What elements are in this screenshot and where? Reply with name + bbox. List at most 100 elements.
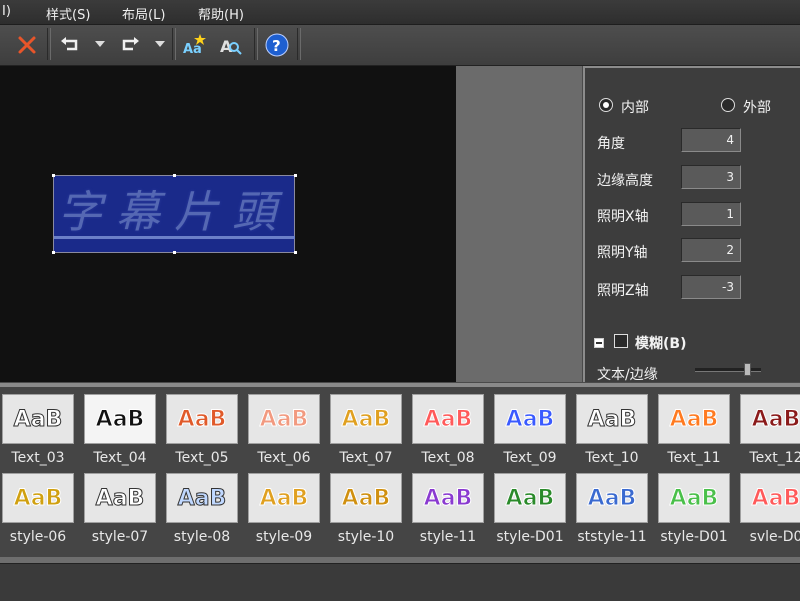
style-sample-text: AaB — [13, 406, 63, 432]
light-z-label: 照明Z轴 — [597, 283, 649, 299]
style-sample-text: AaB — [341, 406, 391, 432]
style-tile[interactable]: AaB — [740, 394, 800, 444]
resize-handle[interactable] — [294, 174, 297, 177]
svg-text:Aa: Aa — [183, 42, 202, 57]
style-sample-text: AaB — [751, 485, 800, 511]
menu-item-partial[interactable]: I) — [2, 4, 11, 19]
svg-text:?: ? — [272, 37, 281, 55]
style-sample-text: AaB — [95, 485, 145, 511]
style-tile-label: ststyle-11 — [577, 529, 647, 545]
text-edge-slider-track[interactable] — [695, 368, 761, 372]
light-y-label: 照明Y轴 — [597, 245, 648, 261]
style-tile-label: Text_05 — [175, 450, 229, 466]
style-tile-label: style-06 — [9, 529, 67, 545]
bevel-properties-panel: 内部 外部 角度 4 边缘高度 3 照明X轴 1 照明Y轴 2 照明Z轴 -3 … — [583, 66, 800, 383]
text-edge-label: 文本/边缘 — [597, 367, 658, 383]
style-sample-text: AaB — [587, 485, 637, 511]
style-tile[interactable]: AaB — [412, 394, 484, 444]
style-tile[interactable]: AaB — [166, 394, 238, 444]
style-sample-text: AaB — [669, 406, 719, 432]
menu-item-help[interactable]: 帮助(H) — [198, 4, 244, 23]
style-sample-text: AaB — [259, 485, 309, 511]
resize-handle[interactable] — [173, 251, 176, 254]
style-tile-label: Text_03 — [11, 450, 65, 466]
style-tile[interactable]: AaB — [494, 473, 566, 523]
style-tile[interactable]: AaB — [166, 473, 238, 523]
style-sample-text: AaB — [751, 406, 800, 432]
resize-handle[interactable] — [173, 174, 176, 177]
style-tile-label: Text_06 — [257, 450, 311, 466]
style-tile-label: Text_07 — [339, 450, 393, 466]
menu-item-layout[interactable]: 布局(L) — [122, 4, 165, 23]
style-tile-label: Text_12 — [749, 450, 800, 466]
light-y-field[interactable]: 2 — [681, 238, 741, 262]
resize-handle[interactable] — [52, 251, 55, 254]
help-icon[interactable]: ? — [264, 33, 290, 57]
redo-dropdown-icon[interactable] — [155, 41, 165, 47]
redo-icon[interactable] — [116, 33, 142, 57]
light-z-field[interactable]: -3 — [681, 275, 741, 299]
style-sample-text: AaB — [259, 406, 309, 432]
style-tile[interactable]: AaB — [84, 394, 156, 444]
style-gallery: AaB Text_03 AaB Text_04 AaB Text_05 AaB Text_06… — [0, 387, 800, 557]
status-area — [0, 563, 800, 601]
style-tile-label: style-10 — [337, 529, 395, 545]
style-sample-text: AaB — [423, 485, 473, 511]
style-tile-label: style-07 — [91, 529, 149, 545]
collapse-icon[interactable] — [594, 338, 604, 348]
style-sample-text: AaB — [13, 485, 63, 511]
outer-label: 外部 — [743, 100, 771, 116]
toolbar-separator — [254, 28, 258, 60]
style-tile[interactable]: AaB — [2, 394, 74, 444]
undo-dropdown-icon[interactable] — [95, 41, 105, 47]
style-tile-label: Text_09 — [503, 450, 557, 466]
style-tile-label: style-09 — [255, 529, 313, 545]
style-tile[interactable]: AaB — [658, 473, 730, 523]
style-sample-text: AaB — [587, 406, 637, 432]
style-tile[interactable]: AaB — [330, 394, 402, 444]
style-tile-label: style-D01 — [660, 529, 728, 545]
undo-icon[interactable] — [58, 33, 84, 57]
style-tile[interactable]: AaB — [412, 473, 484, 523]
angle-field[interactable]: 4 — [681, 128, 741, 152]
style-tile[interactable]: AaB — [330, 473, 402, 523]
toolbar-separator — [172, 28, 176, 60]
resize-handle[interactable] — [294, 251, 297, 254]
edge-height-field[interactable]: 3 — [681, 165, 741, 189]
title-text[interactable]: 字幕片頭 — [58, 183, 293, 243]
style-tile[interactable]: AaB — [658, 394, 730, 444]
style-tile[interactable]: AaB — [248, 394, 320, 444]
style-tile[interactable]: AaB — [2, 473, 74, 523]
close-icon[interactable] — [14, 33, 40, 57]
style-tile[interactable]: AaB — [576, 394, 648, 444]
text-style-icon[interactable]: A — [218, 33, 244, 57]
style-tile[interactable]: AaB — [248, 473, 320, 523]
menu-item-style[interactable]: 样式(S) — [46, 4, 90, 23]
menu-bar: I) 样式(S) 布局(L) 帮助(H) — [0, 0, 800, 25]
style-sample-text: AaB — [505, 406, 555, 432]
svg-text:A: A — [220, 37, 233, 56]
style-sample-text: AaB — [95, 406, 145, 432]
style-tile-label: style-D01 — [496, 529, 564, 545]
style-sample-text: AaB — [177, 485, 227, 511]
style-tile[interactable]: AaB — [494, 394, 566, 444]
outer-radio[interactable] — [721, 98, 735, 112]
style-tile-label: Text_04 — [93, 450, 147, 466]
text-edge-slider-thumb[interactable] — [744, 363, 751, 376]
style-tile[interactable]: AaB — [576, 473, 648, 523]
resize-handle[interactable] — [52, 174, 55, 177]
style-tile-label: svle-D0 — [749, 529, 800, 545]
style-tile[interactable]: AaB — [84, 473, 156, 523]
toolbar: Aa A ? — [0, 25, 800, 66]
add-style-icon[interactable]: Aa — [182, 33, 208, 57]
angle-label: 角度 — [597, 136, 625, 152]
style-tile[interactable]: AaB — [740, 473, 800, 523]
inner-radio[interactable] — [599, 98, 613, 112]
style-sample-text: AaB — [669, 485, 719, 511]
light-x-field[interactable]: 1 — [681, 202, 741, 226]
blur-checkbox[interactable] — [614, 334, 628, 348]
style-tile-label: style-08 — [173, 529, 231, 545]
style-sample-text: AaB — [505, 485, 555, 511]
light-x-label: 照明X轴 — [597, 209, 649, 225]
style-tile-label: Text_11 — [667, 450, 721, 466]
